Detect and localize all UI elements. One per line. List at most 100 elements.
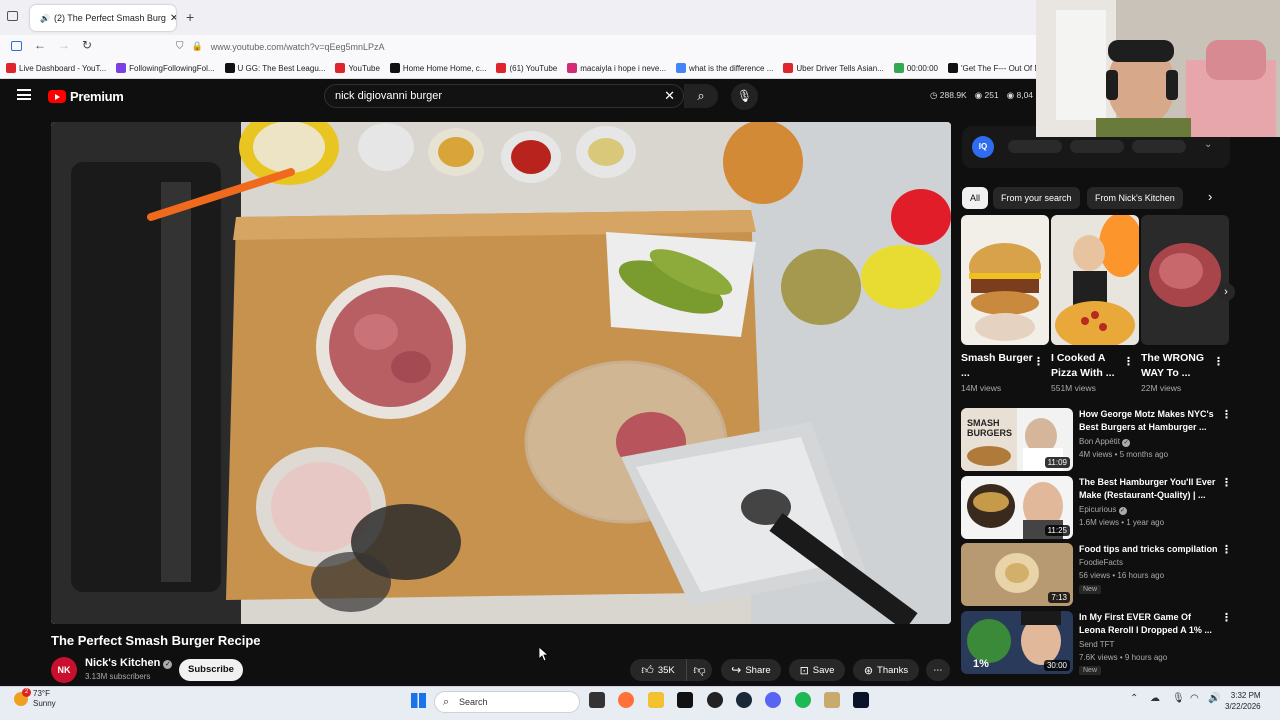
hamburger-menu-icon[interactable]	[17, 89, 31, 100]
obs-icon[interactable]	[707, 692, 723, 708]
channel-text: Bon Appétit	[1079, 437, 1120, 446]
steam-icon[interactable]	[736, 692, 752, 708]
mic-tray-icon[interactable]: 🎙	[1172, 693, 1185, 704]
thanks-button[interactable]: ⊛ Thanks	[853, 659, 919, 681]
recommended-title[interactable]: In My First EVER Game Of Leona Reroll I …	[1079, 611, 1219, 637]
share-button[interactable]: ↪ Share	[721, 659, 781, 681]
short-thumbnail[interactable]	[961, 215, 1049, 345]
chevron-right-icon[interactable]: ›	[1208, 189, 1212, 204]
taskbar-search[interactable]: ⌕ Search	[434, 691, 580, 713]
clock-time: 3:32 PM	[1230, 691, 1261, 700]
recommended-video[interactable]: 11:25 The Best Hamburger You'll Ever Mak…	[961, 476, 1232, 540]
bookmark-item[interactable]: 00:00:00	[893, 63, 938, 73]
recommended-channel[interactable]: Bon Appétit ✓	[1079, 437, 1131, 447]
speaker-icon[interactable]: 🔊	[40, 14, 50, 23]
dislike-button[interactable]: 👎︎	[686, 659, 712, 681]
recommended-title[interactable]: The Best Hamburger You'll Ever Make (Res…	[1079, 476, 1219, 502]
league-client-icon[interactable]	[824, 692, 840, 708]
short-views: 551M views	[1051, 383, 1096, 393]
bookmark-item[interactable]: YouTube	[335, 63, 380, 73]
back-icon[interactable]: ←	[34, 38, 46, 52]
bookmark-item[interactable]: U GG: The Best Leagu...	[224, 63, 325, 73]
recommended-video[interactable]: SMASH BURGERS 11:09 How George Motz Make…	[961, 408, 1232, 472]
extension-badge[interactable]: IQ	[972, 136, 994, 158]
discord-icon[interactable]	[765, 692, 781, 708]
bookmark-item[interactable]: Uber Driver Tells Asian...	[783, 63, 884, 73]
short-menu-icon[interactable]: ⋮	[1123, 355, 1134, 368]
short-thumbnail[interactable]	[1141, 215, 1229, 345]
recommended-channel[interactable]: FoodieFacts	[1079, 558, 1123, 567]
forward-icon[interactable]: →	[58, 38, 70, 52]
chip-all[interactable]: All	[962, 187, 989, 209]
save-button[interactable]: ⊡ Save	[789, 659, 845, 681]
recommended-channel[interactable]: Send TFT	[1079, 640, 1114, 649]
search-input[interactable]: nick digiovanni burger ✕	[324, 84, 684, 108]
chevron-down-icon[interactable]: ⌄	[1204, 139, 1212, 150]
tray-overflow-icon[interactable]: ⌃	[1130, 693, 1138, 704]
file-explorer-icon[interactable]	[648, 692, 664, 708]
extension-pill[interactable]	[1008, 140, 1062, 153]
extension-pill[interactable]	[1070, 140, 1124, 153]
weather-widget[interactable]: 2 73°F Sunny	[14, 688, 56, 709]
subscribe-button[interactable]: Subscribe	[179, 659, 243, 681]
capcut-icon[interactable]	[677, 692, 693, 708]
recommended-channel[interactable]: Epicurious ✓	[1079, 505, 1127, 515]
bookmark-item[interactable]: Live Dashboard - YouT...	[6, 63, 106, 73]
channel-name[interactable]: Nick's Kitchen ✓	[85, 657, 173, 669]
short-title[interactable]: I Cooked A Pizza With ...	[1051, 351, 1123, 381]
clear-search-icon[interactable]: ✕	[664, 88, 675, 104]
shorts-next-icon[interactable]: ›	[1217, 283, 1235, 301]
address-bar[interactable]: ⛉ 🔒 www.youtube.com/watch?v=qEeg5mnLPzA	[176, 37, 1036, 56]
spotify-icon[interactable]	[795, 692, 811, 708]
video-menu-icon[interactable]: ⋮	[1221, 476, 1232, 489]
short-thumbnail[interactable]	[1051, 215, 1139, 345]
recommended-title[interactable]: Food tips and tricks compilation	[1079, 543, 1219, 556]
chip-from-nicks-kitchen[interactable]: From Nick's Kitchen	[1087, 187, 1183, 209]
close-tab-icon[interactable]: ✕	[170, 13, 176, 24]
windows-start-icon[interactable]	[411, 693, 426, 708]
recommended-title[interactable]: How George Motz Makes NYC's Best Burgers…	[1079, 408, 1219, 434]
youtube-premium-logo[interactable]: Premium	[48, 89, 124, 104]
system-clock[interactable]: 3:32 PM 3/22/2026	[1225, 690, 1261, 712]
bookmark-item[interactable]: Home Home Home, c...	[389, 63, 486, 73]
search-button[interactable]: ⌕	[684, 84, 718, 108]
bookmark-item[interactable]: (61) YouTube	[496, 63, 557, 73]
network-icon[interactable]: ☁	[1150, 693, 1160, 704]
short-menu-icon[interactable]: ⋮	[1213, 355, 1224, 368]
voice-search-button[interactable]: 🎙	[731, 83, 758, 110]
more-actions-button[interactable]: ⋯	[926, 659, 950, 681]
video-thumbnail[interactable]: SMASH BURGERS 11:09	[961, 408, 1073, 471]
firefox-icon[interactable]	[618, 692, 634, 708]
video-player[interactable]	[51, 122, 951, 624]
bookmark-item[interactable]: 'Get The F--- Out Of M...	[947, 63, 1048, 73]
video-menu-icon[interactable]: ⋮	[1221, 408, 1232, 421]
video-thumbnail[interactable]: 1% 30:00	[961, 611, 1073, 674]
reload-icon[interactable]: ↻	[82, 38, 92, 52]
wifi-icon[interactable]: ◠	[1190, 693, 1199, 704]
extension-pill[interactable]	[1132, 140, 1186, 153]
chip-from-your-search[interactable]: From your search	[993, 187, 1080, 209]
recommended-video[interactable]: 7:13 Food tips and tricks compilation Fo…	[961, 543, 1232, 607]
short-menu-icon[interactable]: ⋮	[1033, 355, 1044, 368]
tab-list-icon[interactable]	[7, 11, 18, 21]
short-title[interactable]: The WRONG WAY To ...	[1141, 351, 1213, 381]
channel-avatar[interactable]: NK	[51, 657, 77, 683]
task-view-icon[interactable]	[589, 692, 605, 708]
sidebar-toggle-icon[interactable]	[11, 41, 22, 51]
volume-icon[interactable]: 🔊	[1208, 693, 1220, 704]
video-duration: 30:00	[1043, 660, 1070, 671]
bookmark-item[interactable]: macaiyla i hope i neve...	[567, 63, 666, 73]
new-tab-button[interactable]: +	[186, 9, 194, 25]
league-game-icon[interactable]	[853, 692, 869, 708]
like-button[interactable]: 👍︎ 35K	[630, 659, 686, 681]
bookmark-item[interactable]: what is the difference ...	[676, 63, 773, 73]
video-menu-icon[interactable]: ⋮	[1221, 543, 1232, 556]
url-text[interactable]: www.youtube.com/watch?v=qEeg5mnLPzA	[211, 42, 385, 52]
recommended-video[interactable]: 1% 30:00 In My First EVER Game Of Leona …	[961, 611, 1232, 675]
short-title[interactable]: Smash Burger ...	[961, 351, 1033, 381]
browser-tab-active[interactable]: 🔊 (2) The Perfect Smash Burg ✕	[30, 5, 176, 31]
bookmark-item[interactable]: FollowingFollowingFol...	[116, 63, 215, 73]
video-menu-icon[interactable]: ⋮	[1221, 611, 1232, 624]
video-thumbnail[interactable]: 11:25	[961, 476, 1073, 539]
video-thumbnail[interactable]: 7:13	[961, 543, 1073, 606]
